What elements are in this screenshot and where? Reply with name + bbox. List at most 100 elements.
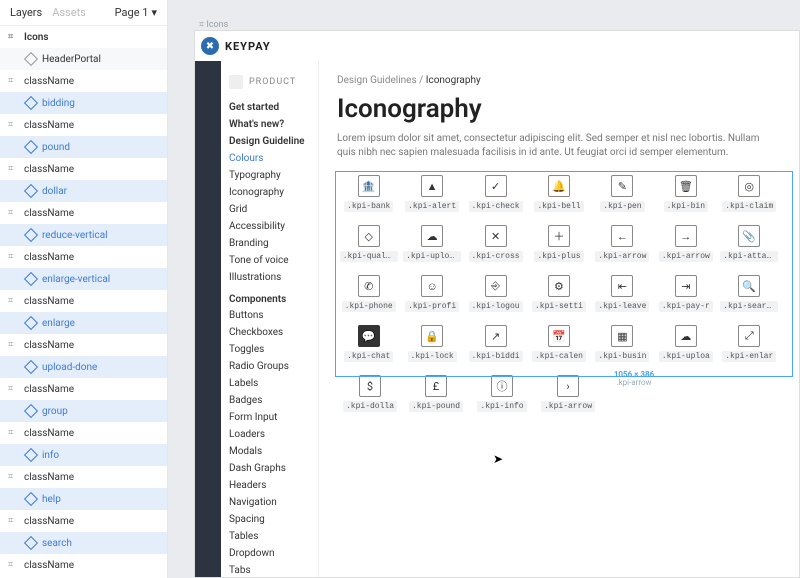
icon-cell[interactable]: £.kpi-pound: [403, 371, 469, 421]
nav-item[interactable]: Illustrations: [229, 269, 310, 286]
nav-item[interactable]: Modals: [229, 443, 310, 460]
icon-cell[interactable]: ＋.kpi-plus: [527, 221, 590, 271]
layer-row[interactable]: help: [0, 488, 167, 510]
icon-grid[interactable]: 🏦.kpi-bank▲.kpi-alert✓.kpi-check🔔.kpi-be…: [337, 171, 781, 421]
design-frame[interactable]: ✖ KEYPAY PRODUCT Get startedWhat's new?D…: [194, 30, 800, 578]
icon-cell[interactable]: ✕.kpi-cross: [464, 221, 527, 271]
nav-item[interactable]: Dash Graphs: [229, 460, 310, 477]
icon-cell[interactable]: 💬.kpi-chat: [337, 321, 400, 371]
icon-cell[interactable]: ⇥.kpi-pay-r: [654, 271, 717, 321]
layer-row[interactable]: ⌗className: [0, 510, 167, 532]
layer-row[interactable]: bidding: [0, 92, 167, 114]
layer-row[interactable]: HeaderPortal: [0, 48, 167, 70]
nav-item[interactable]: Radio Groups: [229, 358, 310, 375]
nav-item[interactable]: Tone of voice: [229, 252, 310, 269]
nav-item[interactable]: Badges: [229, 392, 310, 409]
icon-cell[interactable]: ☺.kpi-profi: [400, 271, 463, 321]
frame-icon: ⌗: [8, 208, 18, 218]
icon-cell[interactable]: ✆.kpi-phone: [337, 271, 400, 321]
nav-item[interactable]: Tables: [229, 528, 310, 545]
layer-row[interactable]: ⌗Icons: [0, 26, 167, 48]
layer-row[interactable]: ⌗className: [0, 158, 167, 180]
layer-row[interactable]: ⌗className: [0, 422, 167, 444]
icon-cell[interactable]: ↗.kpi-biddi: [464, 321, 527, 371]
icon-cell[interactable]: ▦.kpi-busin: [591, 321, 654, 371]
icon-cell[interactable]: ⓘ.kpi-info: [469, 371, 535, 421]
layer-row[interactable]: ⌗className: [0, 202, 167, 224]
nav-item[interactable]: Tabs: [229, 562, 310, 578]
icon-cell[interactable]: ◎.kpi-claim: [718, 171, 781, 221]
layer-row[interactable]: enlarge-vertical: [0, 268, 167, 290]
nav-item[interactable]: Accessibility: [229, 218, 310, 235]
nav-item[interactable]: Get started: [229, 99, 310, 116]
nav-item[interactable]: Headers: [229, 477, 310, 494]
brand-logo-icon: ✖: [201, 37, 219, 55]
nav-item[interactable]: Branding: [229, 235, 310, 252]
layer-row[interactable]: ⌗className: [0, 114, 167, 136]
nav-item[interactable]: Typography: [229, 167, 310, 184]
icon-cell[interactable]: ✓.kpi-check: [464, 171, 527, 221]
frame-icon: ⌗: [8, 76, 18, 86]
layer-row[interactable]: group: [0, 400, 167, 422]
icon-cell[interactable]: ▲.kpi-alert: [400, 171, 463, 221]
icon-cell[interactable]: 🗑.kpi-bin: [654, 171, 717, 221]
icon-cell[interactable]: 🔍.kpi-searcl: [718, 271, 781, 321]
icon-cell[interactable]: ☁.kpi-upload: [400, 221, 463, 271]
nav-item[interactable]: Colours: [229, 150, 310, 167]
icon-cell[interactable]: →.kpi-arrow: [654, 221, 717, 271]
layer-row[interactable]: ⌗className: [0, 246, 167, 268]
nav-item[interactable]: Navigation: [229, 494, 310, 511]
layer-row[interactable]: info: [0, 444, 167, 466]
nav-item[interactable]: Grid: [229, 201, 310, 218]
nav-item[interactable]: Dropdown: [229, 545, 310, 562]
icon-glyph: ⚙: [548, 275, 570, 297]
layer-row[interactable]: reduce-vertical: [0, 224, 167, 246]
icon-cell[interactable]: 🔔.kpi-bell: [527, 171, 590, 221]
icon-cell[interactable]: 📅.kpi-calen: [527, 321, 590, 371]
icon-cell[interactable]: ⚙.kpi-setti: [527, 271, 590, 321]
icon-cell[interactable]: ⇤.kpi-leave: [591, 271, 654, 321]
layers-list[interactable]: ⌗IconsHeaderPortal⌗classNamebidding⌗clas…: [0, 26, 167, 578]
nav-item[interactable]: Checkboxes: [229, 324, 310, 341]
page-selector[interactable]: Page 1 ▾: [115, 6, 157, 19]
icon-cell[interactable]: ←.kpi-arrow: [591, 221, 654, 271]
icon-cell[interactable]: 🏦.kpi-bank: [337, 171, 400, 221]
layer-row[interactable]: enlarge: [0, 312, 167, 334]
nav-item[interactable]: Loaders: [229, 426, 310, 443]
layer-row[interactable]: search: [0, 532, 167, 554]
icon-cell[interactable]: $.kpi-dolla: [337, 371, 403, 421]
breadcrumb[interactable]: Design Guidelines / Iconography: [337, 75, 781, 86]
icon-cell[interactable]: 📎.kpi-attacl: [718, 221, 781, 271]
nav-item[interactable]: Iconography: [229, 184, 310, 201]
layer-row[interactable]: dollar: [0, 180, 167, 202]
nav-item[interactable]: Spacing: [229, 511, 310, 528]
layer-row[interactable]: ⌗className: [0, 466, 167, 488]
icon-cell[interactable]: ›.kpi-arrow: [535, 371, 601, 421]
layer-row[interactable]: ⌗className: [0, 290, 167, 312]
icon-glyph: ✎: [611, 175, 633, 197]
layer-row[interactable]: ⌗className: [0, 70, 167, 92]
nav-item[interactable]: Design Guideline: [229, 133, 310, 150]
layer-row[interactable]: pound: [0, 136, 167, 158]
nav-item[interactable]: Labels: [229, 375, 310, 392]
component-icon: [24, 228, 38, 242]
icon-cell[interactable]: ◇.kpi-qualit: [337, 221, 400, 271]
layer-row[interactable]: upload-done: [0, 356, 167, 378]
icon-cell[interactable]: ⎆.kpi-logou: [464, 271, 527, 321]
icon-cell[interactable]: ☁.kpi-uploa: [654, 321, 717, 371]
layer-row[interactable]: ⌗className: [0, 334, 167, 356]
nav-item[interactable]: Toggles: [229, 341, 310, 358]
tab-layers[interactable]: Layers: [10, 6, 42, 19]
icon-cell[interactable]: 🔒.kpi-lock: [400, 321, 463, 371]
nav-item[interactable]: What's new?: [229, 116, 310, 133]
nav-item[interactable]: Form Input: [229, 409, 310, 426]
icon-cell[interactable]: ✎.kpi-pen: [591, 171, 654, 221]
icon-caption: .kpi-arrow: [595, 251, 649, 262]
tab-assets[interactable]: Assets: [52, 6, 86, 19]
layer-row[interactable]: ⌗className: [0, 554, 167, 576]
canvas-area[interactable]: ⌗ Icons ✖ KEYPAY PRODUCT Get startedWhat…: [168, 0, 800, 578]
nav-item[interactable]: Buttons: [229, 307, 310, 324]
icon-cell[interactable]: ⤢.kpi-enlar: [718, 321, 781, 371]
layer-row[interactable]: ⌗className: [0, 378, 167, 400]
layer-label: HeaderPortal: [42, 54, 101, 65]
